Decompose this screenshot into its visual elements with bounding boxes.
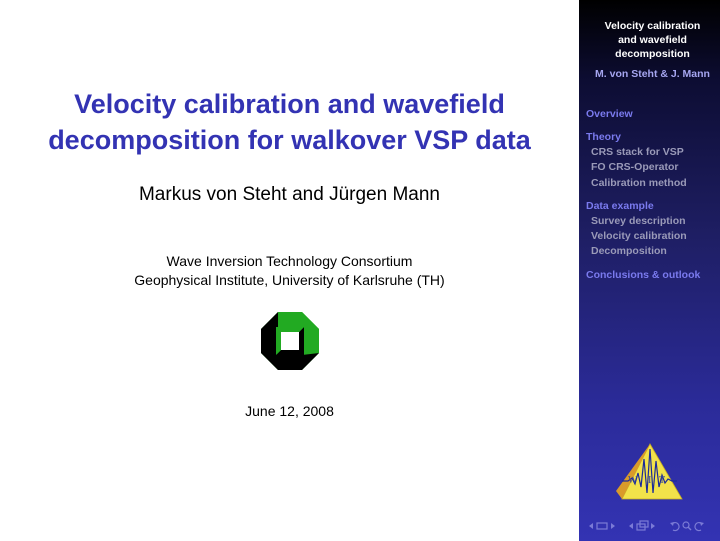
search-icon[interactable] [681,520,693,532]
sidebar-title-line-1: Velocity calibration [604,20,701,32]
institution-line-2: Geophysical Institute, University of Kar… [134,272,445,288]
sidebar-subsection-survey-description[interactable]: Survey description [586,214,720,229]
prev-subsection-icon[interactable] [627,521,635,531]
svg-text:T: T [659,475,665,486]
sidebar-title: Velocity calibration and wavefield decom… [579,19,720,61]
frame-icon[interactable] [595,521,609,531]
sidebar-author: M. von Steht & J. Mann [595,68,710,80]
prev-frame-icon[interactable] [587,521,595,531]
next-subsection-icon[interactable] [649,521,657,531]
slide-title: Velocity calibration and wavefield decom… [0,86,579,158]
sidebar-section-data-example[interactable]: Data example [586,199,720,214]
slide-authors: Markus von Steht and Jürgen Mann [138,184,440,205]
sidebar-subsection-crs-stack[interactable]: CRS stack for VSP [586,145,720,160]
slide-date: June 12, 2008 [245,403,334,419]
wit-logo-icon: W I T [616,443,683,500]
svg-text:W: W [628,475,638,486]
institution-line-1: Wave Inversion Technology Consortium [166,253,413,269]
sidebar-subsection-fo-crs-operator[interactable]: FO CRS-Operator [586,160,720,175]
sidebar-subsection-velocity-calibration[interactable]: Velocity calibration [586,229,720,244]
next-frame-icon[interactable] [609,521,617,531]
slide-institution: Wave Inversion Technology Consortium Geo… [0,252,579,290]
slide-main: Velocity calibration and wavefield decom… [0,0,579,541]
subsection-icon[interactable] [635,520,649,532]
svg-text:I: I [648,475,651,486]
beamer-navigation-bar [587,519,717,533]
sidebar-subsection-calibration-method[interactable]: Calibration method [586,176,720,191]
sidebar-nav: Overview Theory CRS stack for VSP FO CRS… [586,107,720,283]
title-line-1: Velocity calibration and wavefield [74,89,505,119]
sidebar-section-theory[interactable]: Theory [586,130,720,145]
forward-icon[interactable] [693,520,705,532]
sidebar-title-line-2: and wavefield [618,34,687,46]
sidebar-section-overview[interactable]: Overview [586,107,720,122]
sidebar-subsection-decomposition[interactable]: Decomposition [586,244,720,259]
university-logo-icon [261,312,319,370]
back-icon[interactable] [669,520,681,532]
title-line-2: decomposition for walkover VSP data [48,125,531,155]
sidebar-title-line-3: decomposition [615,48,690,60]
sidebar-section-conclusions[interactable]: Conclusions & outlook [586,268,720,283]
